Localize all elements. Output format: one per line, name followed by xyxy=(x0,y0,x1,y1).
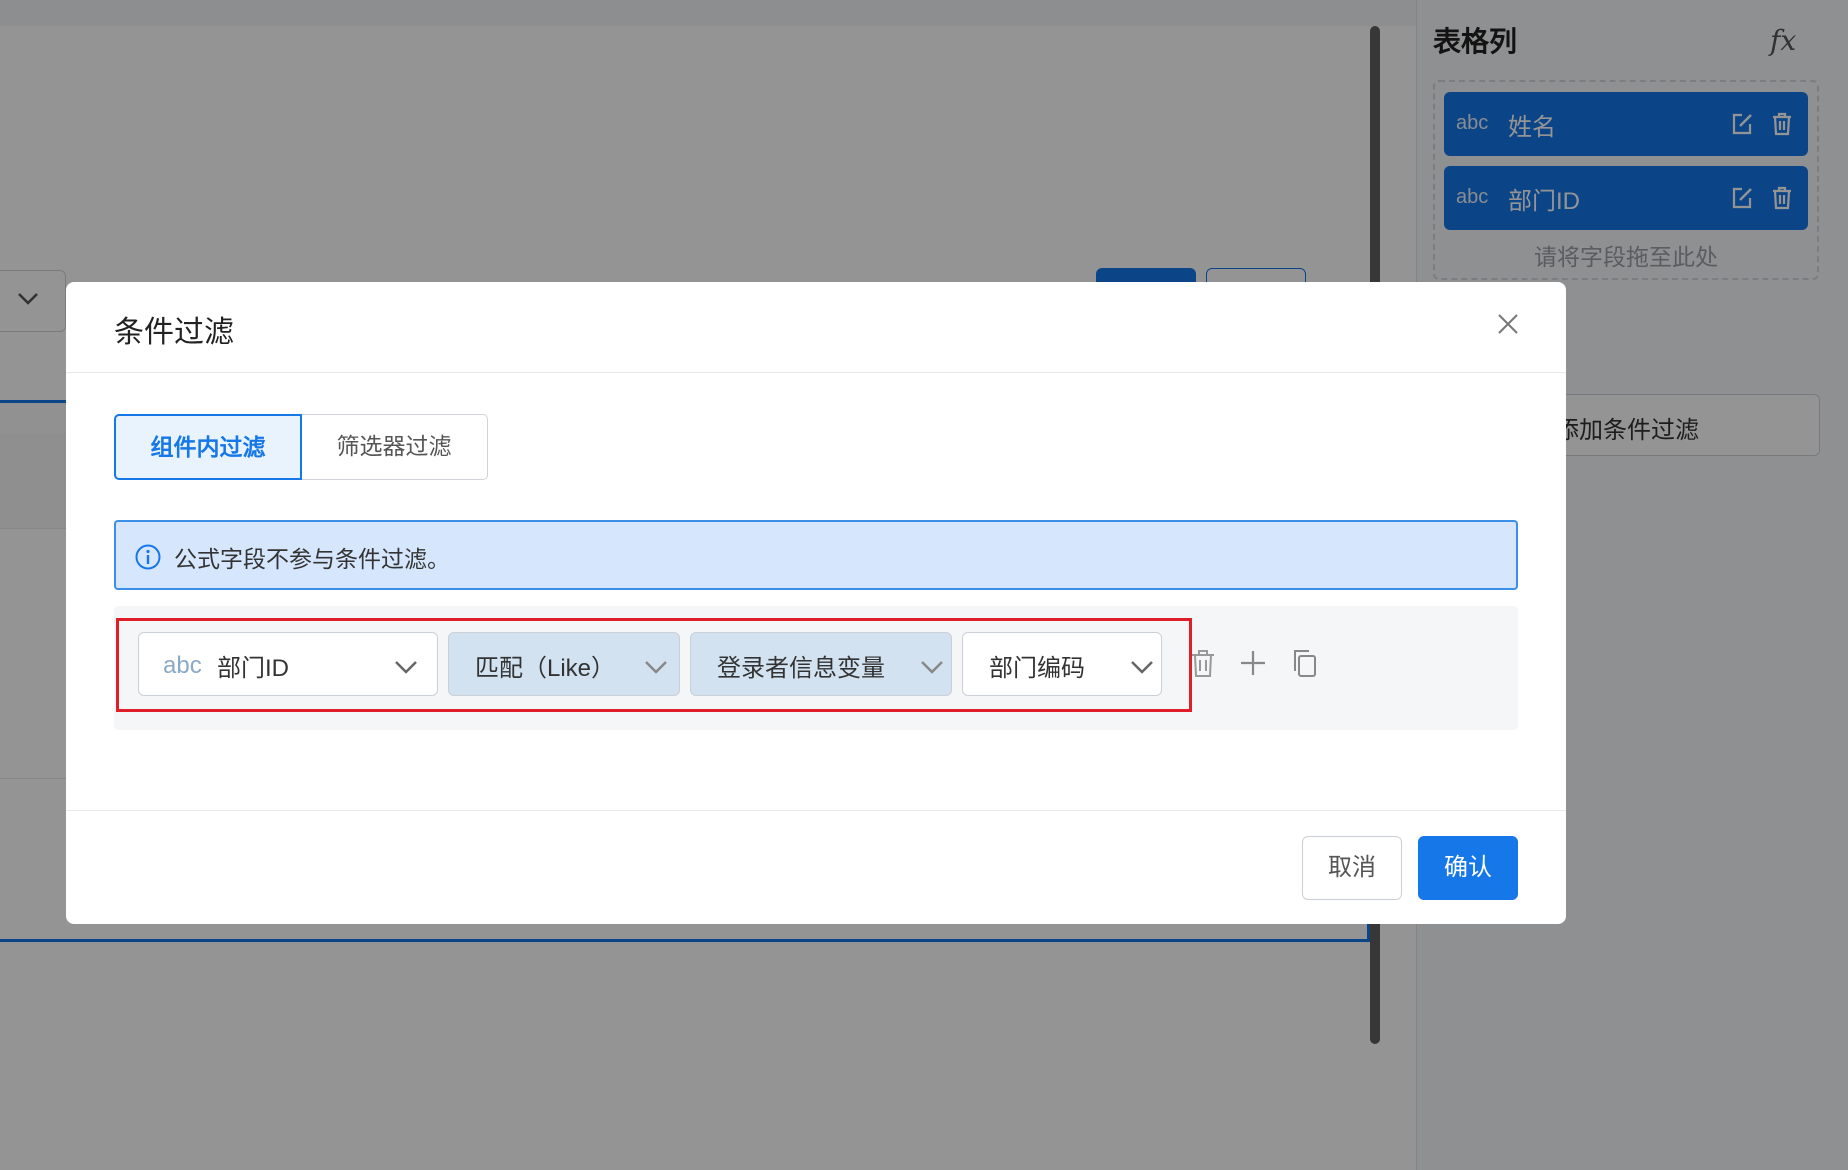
info-text: 公式字段不参与条件过滤。 xyxy=(174,546,450,572)
divider xyxy=(66,810,1566,811)
tab-component-filter[interactable]: 组件内过滤 xyxy=(114,414,302,480)
tab-selector-filter[interactable]: 筛选器过滤 xyxy=(300,414,488,480)
annotation-highlight-box xyxy=(116,618,1192,712)
confirm-button[interactable]: 确认 xyxy=(1418,836,1518,900)
close-icon[interactable] xyxy=(1492,308,1524,340)
copy-icon[interactable] xyxy=(1288,646,1322,680)
dialog-title: 条件过滤 xyxy=(114,316,234,349)
info-icon xyxy=(135,544,161,570)
plus-icon[interactable] xyxy=(1236,646,1270,680)
cancel-button[interactable]: 取消 xyxy=(1302,836,1402,900)
divider xyxy=(66,372,1566,373)
condition-filter-dialog: 条件过滤 组件内过滤 筛选器过滤 公式字段不参与条件过滤。 abc 部门ID 匹… xyxy=(66,282,1566,924)
info-banner: 公式字段不参与条件过滤。 xyxy=(114,520,1518,590)
